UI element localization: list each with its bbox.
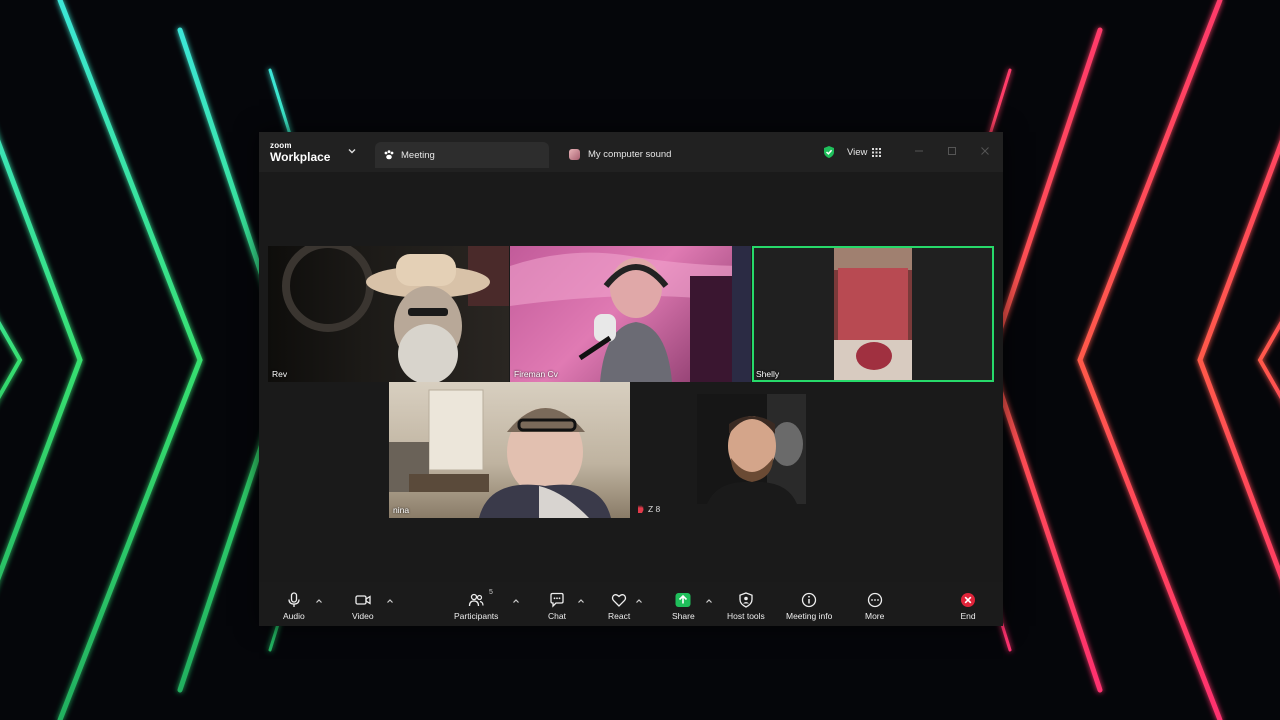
logo-small-text: zoom — [270, 141, 292, 150]
chevron-up-icon[interactable] — [635, 597, 643, 605]
minimize-icon[interactable] — [912, 144, 926, 158]
video-tile-shelly[interactable]: Shelly — [752, 246, 994, 382]
more-icon — [867, 592, 882, 608]
share-label: Share — [672, 611, 695, 621]
more-button[interactable]: More — [865, 592, 884, 621]
participants-button[interactable]: Participants — [454, 592, 498, 621]
video-tile-nina[interactable]: nina — [389, 382, 630, 518]
chevron-up-icon[interactable] — [577, 597, 585, 605]
tab-meeting-label: Meeting — [401, 149, 435, 161]
chevron-up-icon[interactable] — [512, 597, 520, 605]
meeting-toolbar: Audio Video Participants 5 Chat React Sh… — [259, 582, 1003, 626]
participant-video-rev — [282, 246, 509, 382]
chevron-down-icon[interactable] — [347, 146, 357, 156]
paw-icon — [384, 150, 394, 160]
share-screen-icon — [675, 593, 691, 607]
meeting-info-button[interactable]: Meeting info — [786, 592, 832, 621]
info-icon — [802, 592, 817, 608]
end-meeting-icon — [961, 593, 975, 607]
view-button[interactable]: View — [847, 145, 882, 159]
chevron-up-icon[interactable] — [386, 597, 394, 605]
participant-name-label: Fireman Cv — [514, 369, 558, 379]
audio-label: Audio — [283, 611, 305, 621]
chevron-up-icon[interactable] — [705, 597, 713, 605]
security-shield-icon[interactable] — [822, 145, 836, 159]
audio-button[interactable]: Audio — [283, 592, 305, 621]
participant-name-label: Rev — [272, 369, 288, 379]
tab-computer-sound-label: My computer sound — [588, 148, 672, 160]
participant-video-shelly — [834, 248, 912, 380]
participants-label: Participants — [454, 611, 499, 621]
view-label: View — [847, 146, 868, 158]
title-bar: zoom Workplace Meeting My computer sound… — [259, 132, 1003, 172]
microphone-icon — [288, 592, 300, 607]
host-tools-button[interactable]: Host tools — [727, 592, 765, 621]
zoom-meeting-window: zoom Workplace Meeting My computer sound… — [259, 132, 1003, 626]
react-label: React — [608, 611, 631, 621]
close-icon[interactable] — [978, 144, 992, 158]
reaction-badge-text: Z 8 — [648, 504, 661, 514]
participant-name-label: nina — [393, 505, 410, 515]
chat-button[interactable]: Chat — [548, 592, 566, 621]
logo-big-text: Workplace — [270, 150, 331, 164]
host-tools-label: Host tools — [727, 611, 765, 621]
end-label: End — [960, 611, 976, 621]
participants-count: 5 — [489, 589, 493, 596]
reaction-badge: Z 8 — [636, 504, 660, 514]
raised-hand-icon — [638, 505, 644, 513]
video-tile-rev[interactable]: Rev — [268, 246, 509, 382]
zoom-workplace-logo[interactable]: zoom Workplace — [270, 141, 331, 164]
participant-video-guest — [707, 394, 806, 504]
video-tile-guest[interactable] — [697, 394, 806, 504]
host-tools-shield-icon — [739, 592, 753, 608]
end-button[interactable]: End — [960, 592, 976, 621]
more-label: More — [865, 611, 885, 621]
share-button[interactable]: Share — [672, 592, 695, 621]
grid-icon — [872, 147, 882, 157]
chevron-up-icon[interactable] — [315, 597, 323, 605]
video-tile-fireman-cv[interactable]: Fireman Cv — [510, 246, 751, 382]
heart-icon — [611, 594, 627, 607]
chat-icon — [550, 592, 564, 608]
meeting-info-label: Meeting info — [786, 611, 833, 621]
tab-computer-sound[interactable]: My computer sound — [569, 146, 671, 162]
participant-video-fireman-cv — [510, 246, 751, 382]
participant-video-nina — [389, 389, 611, 518]
chat-label: Chat — [548, 611, 566, 621]
video-button[interactable]: Video — [352, 592, 374, 621]
maximize-icon[interactable] — [945, 144, 959, 158]
tab-meeting[interactable]: Meeting — [375, 142, 549, 168]
video-label: Video — [352, 611, 374, 621]
video-camera-icon — [355, 595, 371, 605]
sound-share-icon — [569, 148, 580, 160]
participant-name-label: Shelly — [756, 369, 780, 379]
participants-icon — [469, 593, 484, 607]
react-button[interactable]: React — [608, 592, 630, 621]
